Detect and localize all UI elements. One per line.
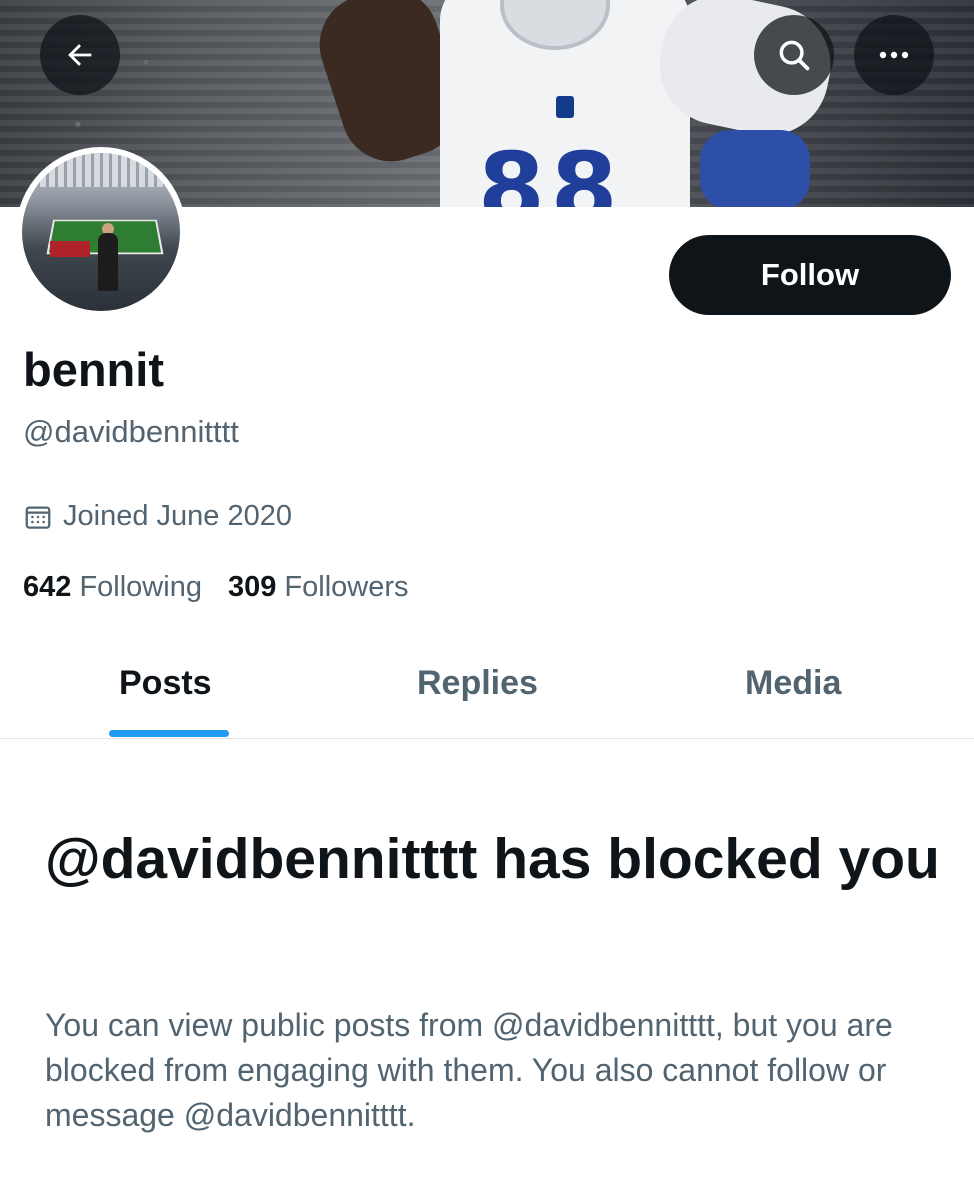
- following-stat[interactable]: 642 Following: [23, 571, 202, 604]
- back-arrow-icon: [68, 44, 92, 66]
- joined-label: Joined June 2020: [63, 500, 292, 532]
- jersey-number: 88: [478, 132, 624, 207]
- profile-stats: 642 Following 309 Followers: [23, 571, 409, 604]
- more-icon: [879, 51, 909, 59]
- active-tab-indicator: [109, 730, 229, 737]
- tab-posts[interactable]: Posts: [119, 664, 212, 703]
- avatar[interactable]: [16, 147, 186, 317]
- search-icon: [779, 40, 810, 71]
- blocked-title: @davidbennitttt has blocked you: [45, 827, 940, 891]
- joined-date: Joined June 2020: [23, 500, 292, 533]
- avatar-image: [22, 153, 180, 311]
- stadium-endzone: [50, 241, 90, 257]
- follow-button[interactable]: Follow: [669, 235, 951, 315]
- display-name: bennit: [23, 343, 164, 396]
- following-count: 642: [23, 571, 72, 603]
- blocked-message: You can view public posts from @davidben…: [45, 1007, 893, 1133]
- profile-handle: @davidbennitttt: [23, 414, 239, 449]
- person: [98, 233, 118, 291]
- followers-stat[interactable]: 309 Followers: [228, 571, 409, 604]
- tab-replies[interactable]: Replies: [417, 664, 538, 703]
- followers-count: 309: [227, 571, 277, 603]
- profile-tabs: Posts Replies Media: [0, 640, 974, 739]
- banner-player-glove: [700, 130, 810, 207]
- calendar-icon: [25, 506, 51, 529]
- tab-media[interactable]: Media: [745, 664, 841, 703]
- stadium-roof: [22, 153, 180, 187]
- followers-label: Followers: [284, 571, 409, 603]
- following-label: Following: [79, 571, 202, 603]
- more-options-button[interactable]: [854, 15, 934, 95]
- nfl-logo: [556, 96, 574, 118]
- search-button[interactable]: [754, 15, 834, 95]
- back-button[interactable]: [40, 15, 120, 95]
